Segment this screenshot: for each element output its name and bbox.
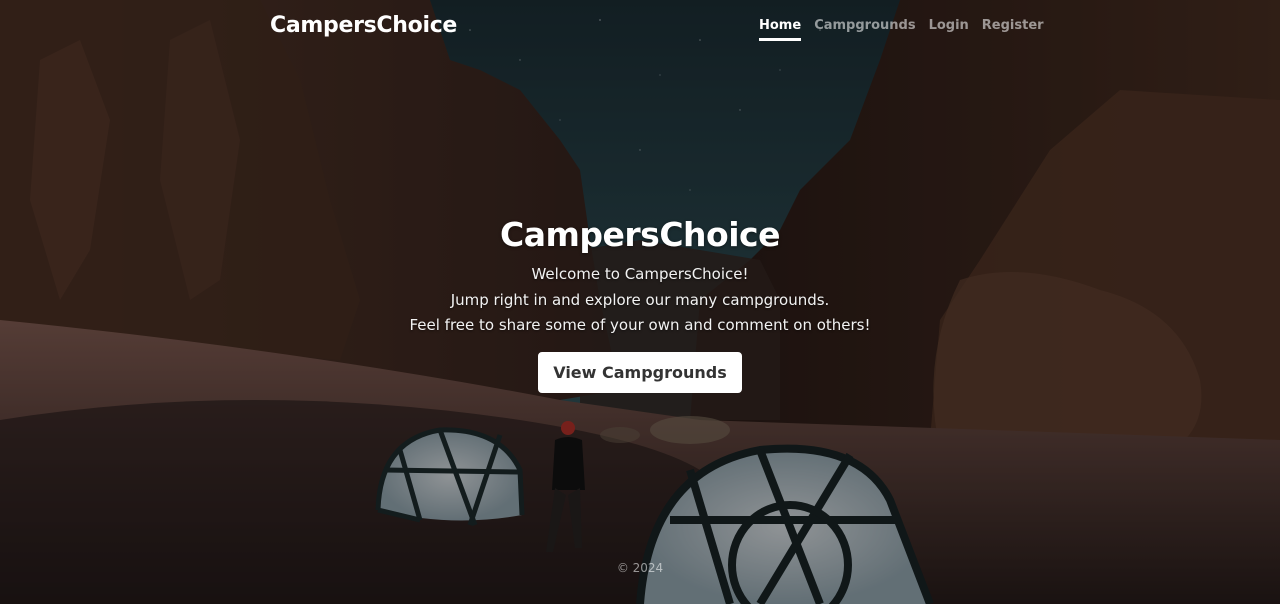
- hero-section: CampersChoice Welcome to CampersChoice! …: [0, 212, 1280, 393]
- hero-welcome-text: Welcome to CampersChoice!: [531, 265, 749, 283]
- hero-share-text: Feel free to share some of your own and …: [409, 316, 871, 334]
- nav-campgrounds[interactable]: Campgrounds: [814, 18, 915, 41]
- nav-home[interactable]: Home: [759, 18, 802, 41]
- hero-title: CampersChoice: [500, 215, 780, 254]
- nav-register[interactable]: Register: [982, 18, 1044, 41]
- hero-explore-text: Jump right in and explore our many campg…: [450, 290, 830, 309]
- nav-login[interactable]: Login: [929, 18, 969, 41]
- navbar: CampersChoice Home Campgrounds Login Reg…: [0, 0, 1280, 56]
- footer-copyright: © 2024: [616, 561, 664, 575]
- view-campgrounds-button[interactable]: View Campgrounds: [538, 351, 742, 393]
- brand-logo[interactable]: CampersChoice: [270, 13, 457, 38]
- nav-links: Home Campgrounds Login Register: [759, 18, 1057, 41]
